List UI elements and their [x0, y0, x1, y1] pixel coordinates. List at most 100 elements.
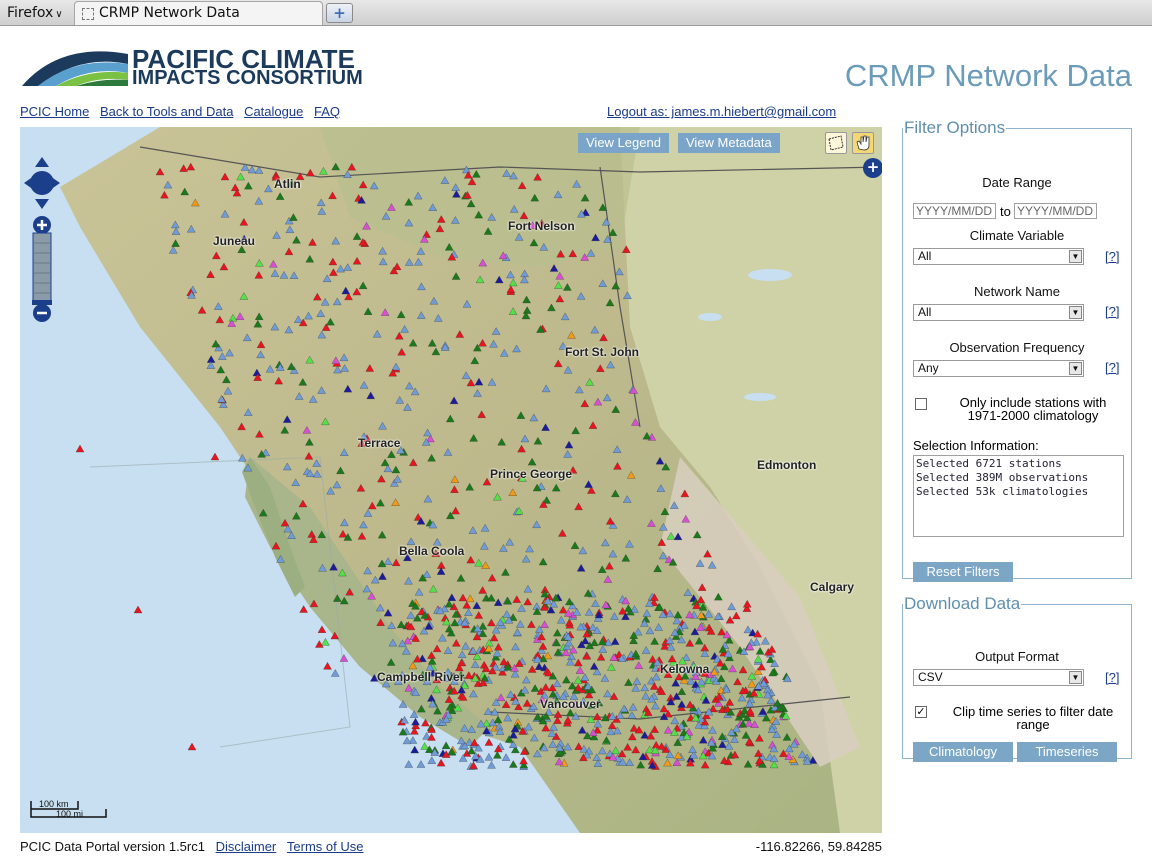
station-marker — [493, 751, 502, 759]
browser-tab[interactable]: CRMP Network Data — [74, 1, 323, 25]
observation-frequency-select[interactable]: Any ▼ — [913, 360, 1084, 377]
place-label-campbell-river: Campbell River — [377, 670, 465, 684]
pcic-logo[interactable]: PACIFIC CLIMATE IMPACTS CONSORTIUM — [20, 44, 372, 89]
place-label-terrace: Terrace — [358, 436, 401, 450]
nav-link-back-to-tools[interactable]: Back to Tools and Data — [100, 104, 233, 119]
firefox-menu-button[interactable]: Firefox ∨ — [0, 1, 70, 25]
filter-options-legend: Filter Options — [904, 118, 1006, 137]
disclaimer-link[interactable]: Disclaimer — [216, 839, 277, 854]
date-start-input[interactable]: YYYY/MM/DD — [913, 203, 996, 219]
station-marker — [323, 662, 332, 670]
selection-information-label: Selection Information: — [913, 438, 1039, 453]
firefox-menu-label: Firefox — [7, 5, 54, 21]
climatology-button[interactable]: Climatology — [913, 742, 1013, 762]
selection-info-line: Selected 389M observations — [916, 471, 1089, 484]
dropdown-arrow-icon: ▼ — [1069, 671, 1082, 684]
page-favicon-icon — [82, 8, 94, 20]
station-marker — [402, 736, 412, 745]
station-marker — [427, 756, 437, 764]
network-name-value: All — [918, 305, 932, 319]
selection-info-line: Selected 6721 stations — [916, 457, 1062, 470]
observation-frequency-label: Observation Frequency — [949, 340, 1085, 355]
station-map[interactable]: Atlin Juneau Fort Nelson Fort St. John T… — [20, 127, 882, 833]
dropdown-arrow-icon: ▼ — [1069, 250, 1082, 263]
nav-link-pcic-home[interactable]: PCIC Home — [20, 104, 89, 119]
zoom-in-icon[interactable] — [33, 216, 51, 234]
station-marker — [339, 654, 349, 662]
clip-time-series-label: Clip time series to filter date range — [952, 704, 1114, 732]
output-format-value: CSV — [918, 670, 943, 684]
layer-switcher-icon[interactable]: + — [863, 158, 882, 178]
station-marker — [75, 444, 85, 453]
portal-version: PCIC Data Portal version 1.5rc1 — [20, 839, 205, 854]
map-base-layer — [60, 127, 882, 833]
pan-hand-icon[interactable] — [852, 132, 874, 154]
climate-variable-select[interactable]: All ▼ — [913, 248, 1084, 265]
view-legend-button[interactable]: View Legend — [578, 133, 669, 153]
network-name-help-link[interactable]: [?] — [1105, 304, 1119, 319]
observation-frequency-value: Any — [918, 361, 939, 375]
climatology-checkbox-label: Only include stations with 1971-2000 cli… — [959, 395, 1107, 423]
scale-mi-label: 100 mi — [56, 809, 84, 819]
map-zoom-controls — [24, 157, 60, 322]
filter-options-panel: Filter Options Date Range YYYY/MM/DD to … — [902, 118, 1132, 582]
box-select-icon[interactable] — [825, 132, 847, 154]
climate-variable-help-link[interactable]: [?] — [1105, 249, 1119, 264]
place-label-vancouver: Vancouver — [540, 697, 601, 711]
place-label-bella-coola: Bella Coola — [399, 544, 465, 558]
station-marker — [487, 761, 496, 769]
date-end-input[interactable]: YYYY/MM/DD — [1014, 203, 1097, 219]
network-name-label: Network Name — [974, 284, 1060, 299]
logout-link[interactable]: Logout as: james.m.hiebert@gmail.com — [607, 104, 836, 119]
station-marker — [210, 452, 220, 461]
place-label-fort-st-john: Fort St. John — [565, 345, 639, 359]
chevron-down-icon: ∨ — [55, 9, 63, 20]
cursor-coordinates: -116.82266, 59.84285 — [755, 839, 882, 854]
tab-title: CRMP Network Data — [99, 5, 240, 21]
footer: PCIC Data Portal version 1.5rc1 Disclaim… — [20, 839, 363, 854]
output-format-label: Output Format — [975, 649, 1059, 664]
place-label-atlin: Atlin — [274, 177, 301, 191]
station-marker — [420, 742, 429, 750]
output-format-help-link[interactable]: [?] — [1105, 670, 1119, 685]
place-label-fort-nelson: Fort Nelson — [508, 219, 575, 233]
pcic-logo-mark-icon — [22, 51, 128, 86]
climate-variable-value: All — [918, 249, 932, 263]
station-marker — [133, 605, 143, 614]
station-marker — [509, 760, 518, 768]
climate-variable-label: Climate Variable — [969, 228, 1065, 243]
station-marker — [321, 638, 330, 646]
station-marker — [331, 669, 340, 677]
place-label-prince-george: Prince George — [490, 467, 573, 481]
station-marker — [416, 760, 426, 768]
logo-line2: IMPACTS CONSORTIUM — [132, 67, 363, 89]
view-metadata-button[interactable]: View Metadata — [678, 133, 780, 153]
zoom-out-icon[interactable] — [32, 300, 52, 322]
terms-of-use-link[interactable]: Terms of Use — [287, 839, 364, 854]
page-title: CRMP Network Data — [844, 58, 1132, 93]
pan-control-icon[interactable] — [24, 157, 60, 209]
nav-link-catalogue[interactable]: Catalogue — [244, 104, 303, 119]
climatology-checkbox[interactable] — [915, 398, 927, 410]
date-to-label: to — [1000, 204, 1011, 219]
place-label-kelowna: Kelowna — [660, 662, 710, 676]
clip-time-series-checkbox[interactable]: ✓ — [915, 706, 927, 718]
station-marker — [317, 625, 327, 633]
station-marker — [441, 741, 451, 749]
reset-filters-button[interactable]: Reset Filters — [913, 562, 1013, 582]
station-marker — [484, 738, 494, 746]
timeseries-button[interactable]: Timeseries — [1017, 742, 1117, 762]
station-marker — [410, 745, 419, 754]
station-marker — [501, 753, 511, 761]
new-tab-button[interactable]: + — [326, 3, 353, 23]
nav-link-faq[interactable]: FAQ — [314, 104, 340, 119]
place-label-edmonton: Edmonton — [757, 458, 817, 472]
network-name-select[interactable]: All ▼ — [913, 304, 1084, 321]
output-format-select[interactable]: CSV ▼ — [913, 669, 1084, 686]
observation-frequency-help-link[interactable]: [?] — [1105, 360, 1119, 375]
download-data-legend: Download Data — [904, 594, 1021, 613]
station-marker — [187, 742, 197, 751]
download-data-panel: Download Data Output Format CSV ▼ [?] ✓ C… — [902, 594, 1132, 762]
station-marker — [404, 760, 413, 768]
dropdown-arrow-icon: ▼ — [1069, 362, 1082, 375]
